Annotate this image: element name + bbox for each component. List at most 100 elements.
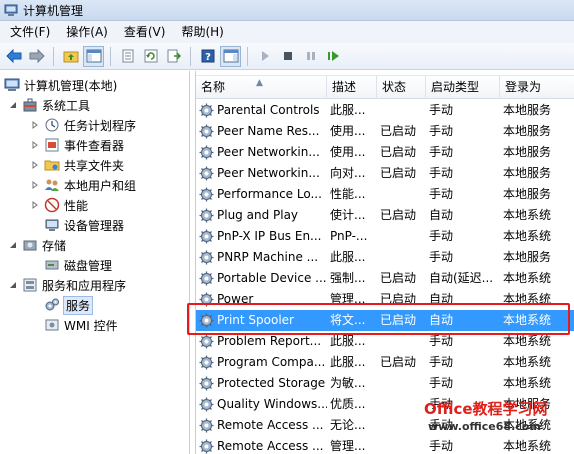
tree-item-local-users[interactable]: 本地用户和组 xyxy=(30,175,136,195)
folder-up-icon xyxy=(63,51,78,63)
console-tree: 计算机管理(本地) 系统工具 任务计划程序 事件查看器 共享文件夹 本地用户和组… xyxy=(0,71,190,454)
tree-item-wmi[interactable]: WMI 控件 xyxy=(44,315,118,335)
service-gear-icon xyxy=(199,313,214,328)
service-log-on-as: 本地服务 xyxy=(503,145,552,159)
service-name: PnP-X IP Bus En... xyxy=(217,229,322,243)
collapse-arrow-icon[interactable] xyxy=(8,240,18,250)
export-list-button[interactable] xyxy=(163,46,184,67)
table-row[interactable]: Peer Networkin... 使用... 已启动 手动 本地服务 xyxy=(196,142,574,163)
service-startup-type: 自动(延迟... xyxy=(429,271,494,285)
expand-arrow-icon[interactable] xyxy=(30,120,40,130)
service-name: Protected Storage xyxy=(217,376,326,390)
tree-item-system-tools[interactable]: 系统工具 xyxy=(8,95,90,115)
pause-service-button[interactable] xyxy=(300,46,321,67)
table-row[interactable]: Peer Networkin... 向对... 已启动 手动 本地服务 xyxy=(196,163,574,184)
tree-label-services-apps: 服务和应用程序 xyxy=(42,278,127,293)
service-gear-icon xyxy=(199,166,214,181)
tree-item-storage[interactable]: 存储 xyxy=(8,235,66,255)
tree-item-event-viewer[interactable]: 事件查看器 xyxy=(30,135,124,155)
service-gear-icon xyxy=(199,145,214,160)
start-service-button[interactable] xyxy=(254,46,275,67)
tree-item-performance[interactable]: 性能 xyxy=(30,195,88,215)
tree-item-device-manager[interactable]: 设备管理器 xyxy=(44,215,124,235)
service-status xyxy=(377,247,426,268)
service-description: 使用... xyxy=(330,124,366,138)
expand-arrow-icon[interactable] xyxy=(30,200,40,210)
forward-button[interactable] xyxy=(26,46,47,67)
service-gear-icon xyxy=(199,229,214,244)
table-row[interactable]: Print Spooler 将文... 已启动 自动 本地系统 xyxy=(196,310,574,331)
sort-ascending-icon: ▲ xyxy=(256,78,263,88)
service-status: 已启动 xyxy=(380,124,417,138)
show-hide-console-tree-button[interactable] xyxy=(83,45,104,67)
menu-action[interactable]: 操作(A) xyxy=(58,21,116,43)
service-gear-icon xyxy=(199,208,214,223)
column-header-status[interactable]: 状态 xyxy=(377,76,426,99)
help-button[interactable]: ? xyxy=(197,46,218,67)
service-description: PnP-... xyxy=(330,229,368,243)
table-row[interactable]: Program Compa... 此服... 已启动 手动 本地系统 xyxy=(196,352,574,373)
table-row[interactable]: Problem Report... 此服... 手动 本地系统 xyxy=(196,331,574,352)
tree-item-task-scheduler[interactable]: 任务计划程序 xyxy=(30,115,136,135)
table-row[interactable]: Plug and Play 使计... 已启动 自动 本地系统 xyxy=(196,205,574,226)
back-button[interactable] xyxy=(3,46,24,67)
table-row[interactable]: Quality Windows... 优质... 手动 本地服务 xyxy=(196,394,574,415)
service-startup-type: 手动 xyxy=(429,187,454,201)
service-gear-icon xyxy=(199,439,214,454)
expand-arrow-icon[interactable] xyxy=(30,180,40,190)
service-log-on-as: 本地服务 xyxy=(503,103,552,117)
service-status xyxy=(377,226,426,247)
service-startup-type: 手动 xyxy=(429,397,454,411)
column-header-name[interactable]: ▲ 名称 xyxy=(196,76,327,99)
menu-file[interactable]: 文件(F) xyxy=(2,21,58,43)
table-row[interactable]: Portable Device ... 强制... 已启动 自动(延迟... 本地系统 xyxy=(196,268,574,289)
service-status xyxy=(377,436,426,454)
service-name: Parental Controls xyxy=(217,103,320,117)
tree-item-shared-folders[interactable]: 共享文件夹 xyxy=(30,155,124,175)
table-row[interactable]: PNRP Machine ... 此服... 手动 本地服务 xyxy=(196,247,574,268)
service-description: 性能... xyxy=(330,187,366,201)
service-log-on-as: 本地服务 xyxy=(503,124,552,138)
tree-item-services[interactable]: 服务 xyxy=(44,295,94,315)
service-status: 已启动 xyxy=(380,313,417,327)
collapse-arrow-icon[interactable] xyxy=(8,280,18,290)
column-header-description[interactable]: 描述 xyxy=(327,76,377,99)
table-row[interactable]: Protected Storage 为敏... 手动 本地系统 xyxy=(196,373,574,394)
service-status: 已启动 xyxy=(380,208,417,222)
up-folder-button[interactable] xyxy=(60,46,81,67)
tree-label-storage: 存储 xyxy=(42,238,67,253)
expand-arrow-icon[interactable] xyxy=(30,160,40,170)
tree-label-root: 计算机管理(本地) xyxy=(24,78,118,93)
column-header-log-on-as[interactable]: 登录为 xyxy=(500,76,574,99)
tree-item-disk-management[interactable]: 磁盘管理 xyxy=(44,255,112,275)
users-icon xyxy=(44,177,60,193)
refresh-button[interactable] xyxy=(140,46,161,67)
tree-item-root[interactable]: 计算机管理(本地) xyxy=(4,75,117,95)
service-startup-type: 手动 xyxy=(429,166,454,180)
performance-icon xyxy=(44,197,60,213)
expand-arrow-icon[interactable] xyxy=(30,140,40,150)
table-row[interactable]: Peer Name Res... 使用... 已启动 手动 本地服务 xyxy=(196,121,574,142)
table-row[interactable]: Performance Lo... 性能... 手动 本地服务 xyxy=(196,184,574,205)
menu-help[interactable]: 帮助(H) xyxy=(173,21,231,43)
service-log-on-as: 本地系统 xyxy=(503,229,552,243)
table-row[interactable]: Power 管理... 已启动 自动 本地系统 xyxy=(196,289,574,310)
collapse-arrow-icon[interactable] xyxy=(8,100,18,110)
properties-button[interactable] xyxy=(117,46,138,67)
table-row[interactable]: PnP-X IP Bus En... PnP-... 手动 本地系统 xyxy=(196,226,574,247)
service-log-on-as: 本地系统 xyxy=(503,208,552,222)
service-gear-icon xyxy=(199,187,214,202)
stop-service-button[interactable] xyxy=(277,46,298,67)
restart-service-button[interactable] xyxy=(323,46,344,67)
table-row[interactable]: Remote Access ... 无论... 手动 本地系统 xyxy=(196,415,574,436)
service-status xyxy=(377,331,426,352)
show-action-pane-button[interactable] xyxy=(220,45,241,67)
tree-item-services-apps[interactable]: 服务和应用程序 xyxy=(8,275,126,295)
table-row[interactable]: Parental Controls 此服... 手动 本地服务 xyxy=(196,100,574,121)
tree-label-services: 服务 xyxy=(62,295,94,315)
refresh-icon xyxy=(144,49,157,63)
menu-view[interactable]: 查看(V) xyxy=(116,21,174,43)
column-header-startup-type[interactable]: 启动类型 xyxy=(426,76,500,99)
service-description: 使用... xyxy=(330,145,366,159)
table-row[interactable]: Remote Access ... 管理... 手动 本地系统 xyxy=(196,436,574,454)
